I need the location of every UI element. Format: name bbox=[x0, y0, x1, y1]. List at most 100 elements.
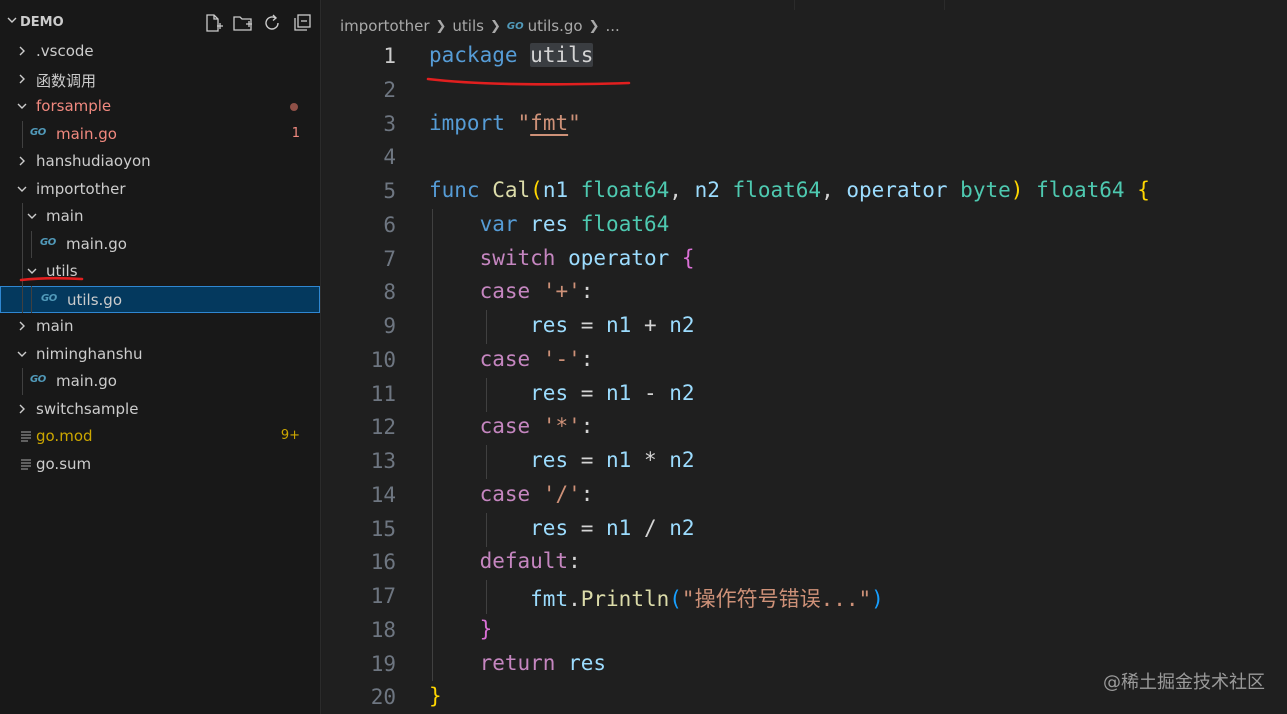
chevron-down-icon[interactable] bbox=[6, 14, 18, 26]
code-line[interactable]: 12 case '*': bbox=[322, 409, 1287, 443]
tree-folder-importother[interactable]: importother bbox=[0, 176, 320, 203]
code-text: res = n1 + n2 bbox=[429, 313, 695, 337]
code-token: switch bbox=[479, 245, 556, 270]
chevron-down-icon[interactable] bbox=[16, 348, 28, 360]
explorer-header[interactable]: DEMO bbox=[0, 8, 321, 40]
tree-file-main-go[interactable]: GO main.go bbox=[0, 231, 320, 258]
code-token: res bbox=[568, 650, 607, 675]
code-indent-guide bbox=[486, 378, 487, 412]
code-token: '*' bbox=[542, 414, 581, 439]
tree-folder-forsample[interactable]: forsample bbox=[0, 93, 320, 120]
code-text: switch operator { bbox=[429, 246, 695, 270]
tree-file-go-sum[interactable]: go.sum bbox=[0, 451, 320, 478]
code-token: = bbox=[568, 515, 607, 540]
breadcrumb-item-utils[interactable]: utils bbox=[452, 17, 484, 35]
code-line[interactable]: 15 res = n1 / n2 bbox=[322, 511, 1287, 545]
tree-file-main-go[interactable]: GO main.go bbox=[0, 368, 320, 395]
code-line[interactable]: 4 bbox=[322, 139, 1287, 173]
new-folder-icon[interactable] bbox=[232, 12, 254, 34]
code-token: '+' bbox=[542, 279, 581, 304]
code-token: operator bbox=[568, 245, 670, 270]
tree-folder-hanshudiaoyon[interactable]: hanshudiaoyon bbox=[0, 148, 320, 175]
code-token: res bbox=[530, 313, 569, 337]
code-line[interactable]: 18 } bbox=[322, 612, 1287, 646]
code-editor[interactable]: importother ❯ utils ❯ GO utils.go ❯ ... … bbox=[322, 0, 1287, 714]
chevron-down-icon[interactable] bbox=[26, 265, 38, 277]
code-line[interactable]: 10 case '-': bbox=[322, 342, 1287, 376]
tree-folder--[interactable]: 函数调用 bbox=[0, 66, 320, 93]
chevron-right-icon[interactable] bbox=[16, 45, 28, 57]
chevron-right-icon[interactable] bbox=[16, 403, 28, 415]
code-line[interactable]: 7 switch operator { bbox=[322, 241, 1287, 275]
new-file-icon[interactable] bbox=[202, 12, 224, 34]
chevron-down-icon[interactable] bbox=[26, 210, 38, 222]
chevron-down-icon[interactable] bbox=[16, 100, 28, 112]
tree-folder-utils[interactable]: utils bbox=[0, 258, 320, 285]
tree-folder-main[interactable]: main bbox=[0, 313, 320, 340]
chevron-right-icon[interactable] bbox=[16, 73, 28, 85]
code-token: n1 bbox=[606, 380, 632, 405]
code-token: : bbox=[580, 346, 594, 371]
breadcrumb-item-importother[interactable]: importother bbox=[340, 17, 430, 35]
code-line[interactable]: 6 var res float64 bbox=[322, 207, 1287, 241]
go-file-icon: GO bbox=[41, 292, 57, 304]
line-number: 19 bbox=[370, 651, 396, 676]
code-line[interactable]: 11 res = n1 - n2 bbox=[322, 376, 1287, 410]
tab-fragment[interactable] bbox=[794, 0, 945, 10]
code-line[interactable]: 8 case '+': bbox=[322, 274, 1287, 308]
code-line[interactable]: 3 import "fmt" bbox=[322, 106, 1287, 140]
tree-file-go-mod[interactable]: go.mod 9+ bbox=[0, 423, 320, 450]
line-number: 4 bbox=[383, 145, 396, 170]
code-token: float64 bbox=[580, 178, 670, 202]
tree-folder-switchsample[interactable]: switchsample bbox=[0, 396, 320, 423]
code-token: { bbox=[681, 245, 695, 270]
code-line[interactable]: 9 res = n1 + n2 bbox=[322, 308, 1287, 342]
code-token: " bbox=[517, 110, 531, 135]
code-line[interactable]: 5 func Cal(n1 float64, n2 float64, operat… bbox=[322, 173, 1287, 207]
code-indent-guide bbox=[486, 445, 487, 479]
code-line[interactable]: 14 case '/': bbox=[322, 477, 1287, 511]
code-token: , bbox=[821, 178, 847, 202]
chevron-right-icon[interactable] bbox=[16, 320, 28, 332]
code-text: case '-': bbox=[429, 346, 594, 371]
tree-folder--vscode[interactable]: .vscode bbox=[0, 38, 320, 65]
chevron-down-icon[interactable] bbox=[16, 183, 28, 195]
code-line[interactable]: 17 fmt.Println("操作符号错误...") bbox=[322, 578, 1287, 612]
tree-file-main-go[interactable]: GO main.go 1 bbox=[0, 121, 320, 148]
code-text: package utils bbox=[429, 43, 594, 67]
code-token: n2 bbox=[669, 515, 695, 540]
refresh-icon[interactable] bbox=[261, 12, 283, 34]
code-token: , bbox=[669, 178, 695, 202]
breadcrumb-item-symbols[interactable]: ... bbox=[606, 17, 620, 35]
code-line[interactable]: 2 bbox=[322, 72, 1287, 106]
line-number: 11 bbox=[370, 381, 396, 406]
tab-bar bbox=[322, 0, 1287, 10]
code-token: n2 bbox=[669, 313, 695, 337]
collapse-all-icon[interactable] bbox=[291, 12, 313, 34]
code-token: n2 bbox=[694, 178, 720, 202]
go-file-icon: GO bbox=[30, 374, 46, 385]
code-line[interactable]: 13 res = n1 * n2 bbox=[322, 443, 1287, 477]
code-line[interactable]: 16 default: bbox=[322, 544, 1287, 578]
line-number: 14 bbox=[370, 482, 396, 507]
code-text: res = n1 * n2 bbox=[429, 448, 694, 472]
code-line[interactable]: 1 package utils bbox=[322, 38, 1287, 72]
code-text: default: bbox=[429, 549, 581, 573]
code-indent-guide bbox=[486, 310, 487, 344]
tree-folder-main[interactable]: main bbox=[0, 203, 320, 230]
line-number: 9 bbox=[383, 314, 396, 338]
chevron-right-icon[interactable] bbox=[16, 155, 28, 167]
tree-item-label: utils bbox=[46, 262, 78, 280]
tab-fragment[interactable] bbox=[944, 0, 1145, 10]
breadcrumb-item-file[interactable]: utils.go bbox=[528, 17, 583, 35]
code-token: - bbox=[631, 380, 670, 405]
tree-folder-niminghanshu[interactable]: niminghanshu bbox=[0, 341, 320, 368]
tree-file-utils-go[interactable]: GO utils.go bbox=[0, 285, 320, 313]
